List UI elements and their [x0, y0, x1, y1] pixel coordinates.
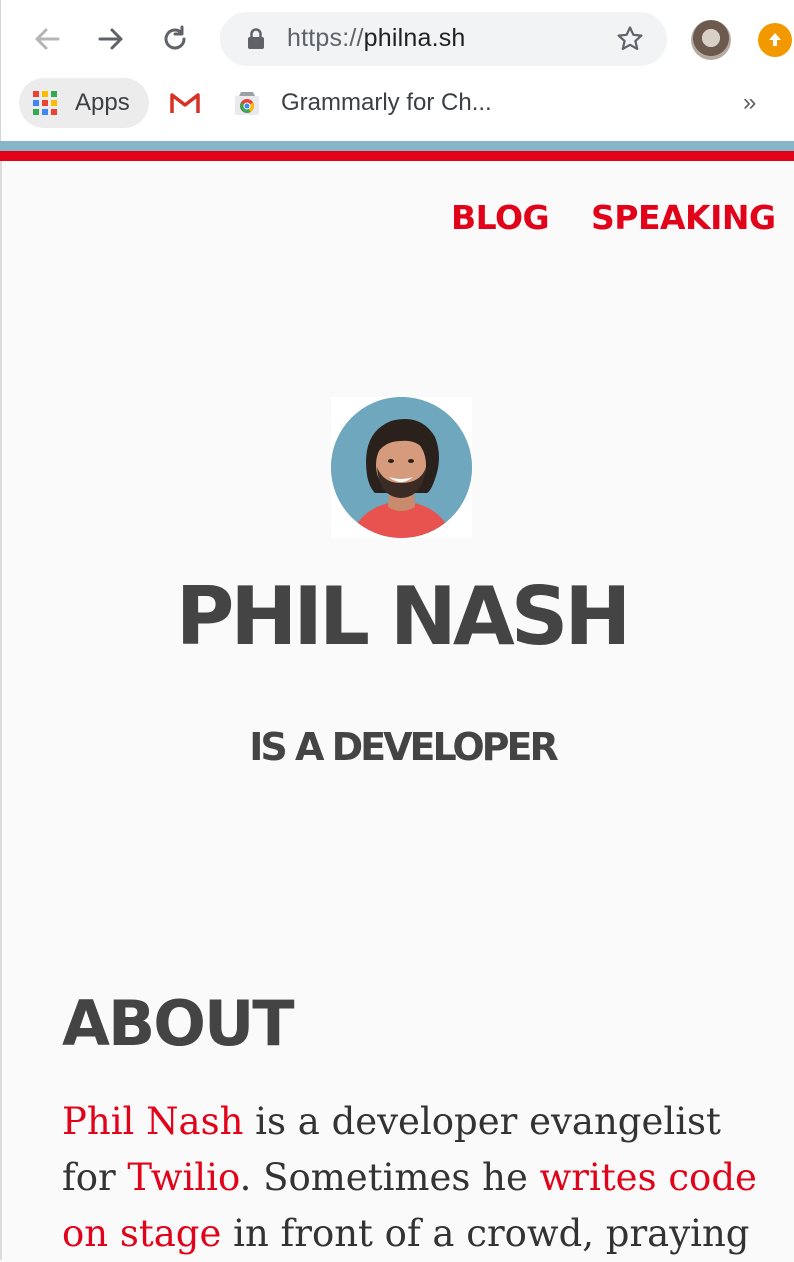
forward-button[interactable]	[94, 22, 128, 56]
about-heading: ABOUT	[62, 987, 295, 1060]
page-left-border	[0, 161, 2, 1260]
update-icon	[769, 33, 781, 46]
profile-avatar[interactable]	[691, 20, 731, 60]
bookmark-grammarly-label: Grammarly for Ch...	[281, 89, 492, 116]
browser-toolbar: https://philna.sh Apps Grammarly for Ch.…	[0, 0, 794, 141]
url-text: https://philna.sh	[287, 24, 466, 53]
portrait-illustration	[331, 397, 472, 538]
header-stripe-blue	[0, 141, 794, 151]
forward-icon	[98, 28, 123, 50]
bookmark-star-icon[interactable]	[616, 25, 644, 53]
header-stripe-red	[0, 151, 794, 161]
update-button[interactable]	[758, 23, 792, 57]
about-text-3: in front of a crowd, praying	[221, 1212, 750, 1255]
address-bar[interactable]: https://philna.sh	[220, 12, 667, 66]
profile-photo-circle	[331, 397, 472, 538]
lock-icon	[248, 28, 264, 49]
reload-button[interactable]	[158, 22, 192, 56]
profile-photo	[331, 397, 472, 538]
bookmarks-overflow-button[interactable]: »	[743, 78, 756, 128]
twilio-link[interactable]: Twilio	[127, 1156, 239, 1199]
about-text-2: . Sometimes he	[239, 1156, 540, 1199]
url-host: philna.sh	[363, 24, 466, 52]
gmail-icon	[170, 93, 200, 113]
bookmark-apps[interactable]: Apps	[19, 78, 149, 128]
bookmark-gmail[interactable]	[167, 78, 203, 128]
phil-nash-link[interactable]: Phil Nash	[62, 1100, 243, 1143]
bookmark-grammarly[interactable]: Grammarly for Ch...	[233, 78, 492, 128]
about-paragraph: Phil Nash is a developer evangelist for …	[62, 1094, 762, 1262]
back-icon	[35, 28, 60, 50]
hero-tagline: IS A DEVELOPER	[249, 725, 558, 769]
nav-speaking-link[interactable]: SPEAKING	[591, 198, 776, 237]
back-button[interactable]	[30, 22, 64, 56]
chrome-web-store-icon	[235, 92, 259, 115]
bookmark-apps-label: Apps	[75, 89, 130, 116]
hero-name: PHIL NASH	[175, 570, 632, 663]
reload-icon	[164, 25, 186, 50]
nav-blog-link[interactable]: BLOG	[451, 198, 550, 237]
url-scheme: https://	[287, 24, 364, 52]
apps-grid-icon	[33, 91, 57, 115]
